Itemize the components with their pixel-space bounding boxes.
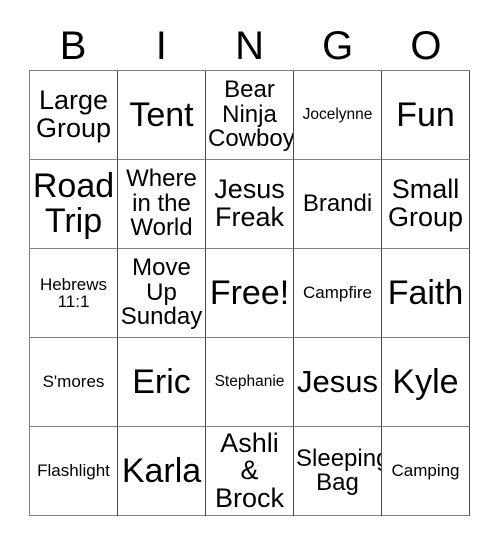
- bingo-cell-label: Campfire: [303, 283, 372, 303]
- bingo-cell-r1-c2[interactable]: Tent: [118, 71, 206, 160]
- bingo-cell-r2-c1[interactable]: Road Trip: [30, 160, 118, 249]
- bingo-cell-r2-c2[interactable]: Where in the World: [118, 160, 206, 249]
- bingo-cell-label: Small Group: [387, 174, 464, 232]
- bingo-cell-r5-c3[interactable]: Ashli & Brock: [206, 427, 294, 516]
- bingo-cell-r3-c1[interactable]: Hebrews 11:1: [30, 249, 118, 338]
- bingo-cell-r5-c1[interactable]: Flashlight: [30, 427, 118, 516]
- bingo-cell-label: Where in the World: [126, 165, 197, 242]
- bingo-cell-r4-c2[interactable]: Eric: [118, 338, 206, 427]
- bingo-grid: Large Group Tent Bear Ninja Cowboy Jocelynn…: [29, 70, 470, 516]
- bingo-header-letter-i: I: [155, 24, 167, 68]
- bingo-cell-label: Bear Ninja Cowboy: [208, 76, 294, 153]
- bingo-cell-r4-c3[interactable]: Stephanie: [206, 338, 294, 427]
- bingo-cell-r5-c4[interactable]: Sleeping Bag: [294, 427, 382, 516]
- bingo-cell-label: Road Trip: [32, 167, 115, 240]
- bingo-cell-label: S'mores: [42, 372, 105, 392]
- bingo-header-letter-o: O: [410, 24, 442, 68]
- bingo-cell-r2-c5[interactable]: Small Group: [382, 160, 470, 249]
- bingo-cell-label: Ashli & Brock: [214, 427, 285, 513]
- bingo-cell-r3-c5[interactable]: Faith: [382, 249, 470, 338]
- bingo-cell-r5-c5[interactable]: Camping: [382, 427, 470, 516]
- bingo-cell-r1-c5[interactable]: Fun: [382, 71, 470, 160]
- bingo-cell-r3-c2[interactable]: Move Up Sunday: [118, 249, 206, 338]
- bingo-cell-label: Stephanie: [214, 373, 285, 391]
- bingo-cell-label: Tent: [129, 95, 194, 134]
- bingo-cell-r1-c4[interactable]: Jocelynne: [294, 71, 382, 160]
- bingo-cell-r1-c3[interactable]: Bear Ninja Cowboy: [206, 71, 294, 160]
- bingo-cell-r1-c1[interactable]: Large Group: [30, 71, 118, 160]
- bingo-cell-r2-c3[interactable]: Jesus Freak: [206, 160, 294, 249]
- bingo-cell-label: Jesus: [297, 364, 378, 400]
- bingo-cell-label: Hebrews 11:1: [39, 274, 108, 311]
- bingo-cell-r4-c1[interactable]: S'mores: [30, 338, 118, 427]
- bingo-cell-label: Sleeping Bag: [296, 444, 382, 496]
- bingo-cell-label: Move Up Sunday: [120, 254, 203, 331]
- bingo-cell-label: Karla: [121, 451, 202, 490]
- bingo-cell-r4-c4[interactable]: Jesus: [294, 338, 382, 427]
- bingo-header-letter-b: B: [59, 24, 87, 68]
- bingo-free-space-cell[interactable]: Free!: [206, 249, 294, 338]
- bingo-cell-label: Jesus Freak: [214, 174, 285, 232]
- bingo-card: B I N G O Large Group Tent Bear Ninja Cowboy Jo…: [0, 0, 500, 544]
- bingo-header-letter-g: G: [322, 24, 354, 68]
- bingo-cell-label: Flashlight: [37, 461, 110, 481]
- bingo-cell-r2-c4[interactable]: Brandi: [294, 160, 382, 249]
- bingo-cell-label: Eric: [132, 362, 191, 401]
- bingo-cell-r5-c2[interactable]: Karla: [118, 427, 206, 516]
- bingo-cell-r4-c5[interactable]: Kyle: [382, 338, 470, 427]
- bingo-header-letter-n: N: [235, 24, 264, 68]
- bingo-header: BINGO: [29, 22, 470, 70]
- bingo-cell-label: Free!: [209, 273, 290, 312]
- bingo-cell-label: Fun: [396, 95, 455, 134]
- bingo-cell-label: Brandi: [302, 189, 373, 217]
- bingo-cell-label: Jocelynne: [302, 106, 373, 124]
- bingo-cell-label: Faith: [387, 273, 464, 312]
- bingo-cell-label: Kyle: [392, 362, 459, 401]
- bingo-cell-label: Large Group: [35, 85, 112, 143]
- bingo-cell-r3-c4[interactable]: Campfire: [294, 249, 382, 338]
- bingo-cell-label: Camping: [391, 461, 460, 481]
